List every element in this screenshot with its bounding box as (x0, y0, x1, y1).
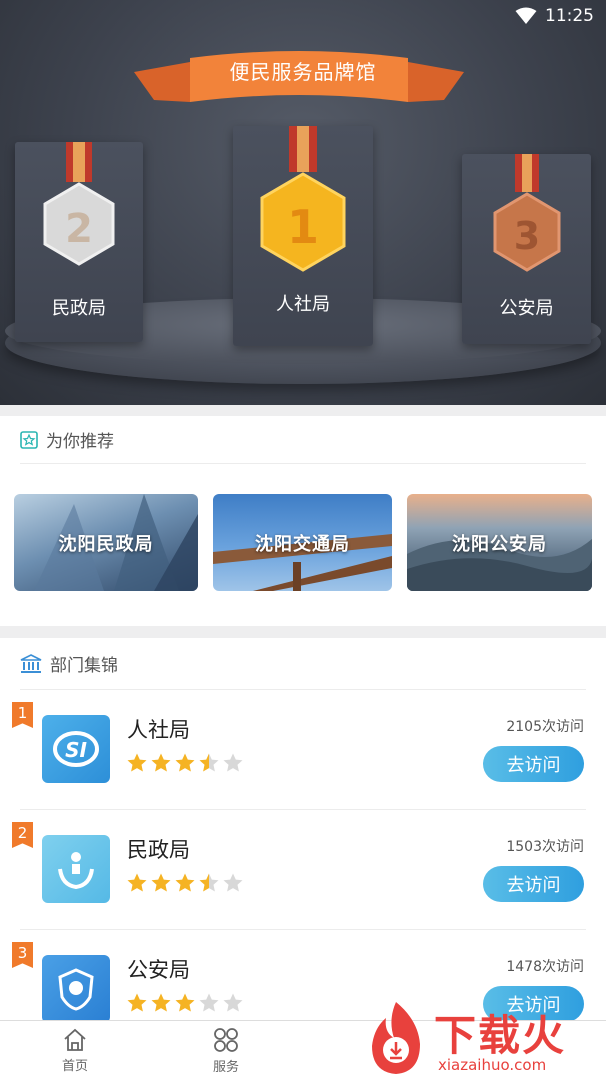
rating-stars (126, 872, 244, 894)
logo-text: SI (65, 738, 87, 762)
medal-label-gongan: 公安局 (499, 298, 554, 319)
star-icon (223, 993, 243, 1012)
star-icon (223, 873, 243, 892)
recommend-tile-minzheng[interactable]: 沈阳民政局 (14, 494, 198, 591)
status-time: 11:25 (545, 6, 594, 26)
gold-medal-icon: 1 (260, 126, 346, 272)
medal-card-renshe[interactable]: 1 人社局 (233, 126, 373, 346)
tile-label-minzheng: 沈阳民政局 (58, 533, 154, 555)
rank-badge: 1 (12, 702, 33, 728)
star-icon (151, 993, 171, 1012)
recommend-tile-gongan[interactable]: 沈阳公安局 (407, 494, 592, 591)
service-grid-icon (214, 1028, 238, 1052)
rating-stars (126, 992, 244, 1014)
bronze-medal-icon: 3 (493, 154, 560, 272)
flame-logo-icon (372, 1002, 420, 1074)
rank-badge: 3 (12, 942, 33, 968)
social-insurance-logo-icon: SI (42, 715, 110, 783)
departments-header: 部门集锦 (20, 638, 586, 690)
medal-card-minzheng[interactable]: 2 民政局 (15, 142, 143, 342)
rank-badge: 2 (12, 822, 33, 848)
brand-hall-banner: 11:25 便民服务品牌馆 2 民政局 1 人社局 3 公安局 (0, 0, 606, 405)
banner-ribbon: 便民服务品牌馆 (134, 46, 464, 102)
departments-section: 部门集锦 1 SI 人社局 2105次访问 去访问 2 民政局 1503次访问 … (0, 638, 606, 1023)
visit-count: 1478次访问 (506, 959, 584, 975)
medal-label-minzheng: 民政局 (52, 298, 106, 319)
departments-title: 部门集锦 (50, 656, 118, 676)
department-row[interactable]: 1 SI 人社局 2105次访问 去访问 (0, 690, 606, 810)
civil-affairs-logo-icon (42, 835, 110, 903)
star-icon (199, 993, 219, 1012)
star-icon (127, 753, 147, 772)
star-icon (151, 873, 171, 892)
tab-service[interactable]: 服务 (166, 1021, 286, 1080)
watermark-brand: 下载火 (434, 1011, 567, 1060)
star-icon (175, 873, 195, 892)
visit-button[interactable]: 去访问 (483, 746, 584, 782)
home-icon (64, 1028, 86, 1051)
tile-label-gongan: 沈阳公安局 (452, 533, 547, 555)
star-icon (175, 993, 195, 1012)
star-icon (199, 873, 219, 892)
medal-rank-1: 1 (287, 200, 319, 254)
tab-service-label: 服务 (212, 1060, 239, 1075)
medal-card-gongan[interactable]: 3 公安局 (462, 154, 591, 344)
department-name: 民政局 (127, 838, 190, 862)
watermark-url: xiazaihuo.com (438, 1056, 547, 1074)
banner-title: 便民服务品牌馆 (229, 60, 377, 84)
visit-count: 2105次访问 (506, 719, 584, 735)
tile-label-jiaotong: 沈阳交通局 (255, 533, 350, 555)
recommend-header: 为你推荐 (20, 416, 586, 464)
recommend-title: 为你推荐 (46, 432, 114, 452)
star-icon (175, 753, 195, 772)
star-icon (151, 753, 171, 772)
star-icon (199, 753, 219, 772)
department-row[interactable]: 2 民政局 1503次访问 去访问 (0, 810, 606, 930)
medal-label-renshe: 人社局 (276, 294, 330, 315)
star-icon (223, 753, 243, 772)
recommend-tile-jiaotong[interactable]: 沈阳交通局 (213, 494, 392, 591)
star-icon (127, 873, 147, 892)
tab-home[interactable]: 首页 (15, 1021, 135, 1080)
medal-rank-2: 2 (65, 206, 93, 252)
wifi-icon (515, 7, 537, 24)
department-name: 公安局 (127, 958, 190, 982)
rating-stars (126, 752, 244, 774)
silver-medal-icon: 2 (43, 142, 115, 266)
star-badge-icon (20, 430, 38, 449)
star-icon (127, 993, 147, 1012)
department-name: 人社局 (127, 718, 190, 742)
visit-button[interactable]: 去访问 (483, 866, 584, 902)
watermark-logo: 下载火 xiazaihuo.com (358, 994, 606, 1080)
tab-home-label: 首页 (61, 1059, 88, 1074)
institution-icon (20, 653, 42, 673)
police-emblem-logo-icon (42, 955, 110, 1023)
visit-count: 1503次访问 (506, 839, 584, 855)
medal-rank-3: 3 (513, 214, 539, 258)
status-bar: 11:25 (515, 6, 594, 26)
